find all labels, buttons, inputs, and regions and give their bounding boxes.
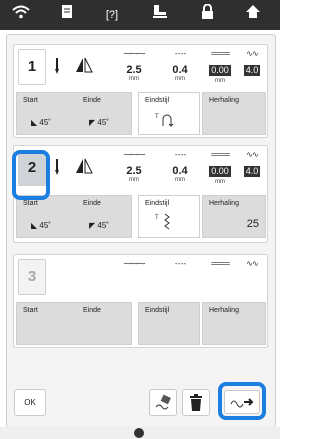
needle-position-icon [52, 159, 62, 180]
repeat-panel-1[interactable]: Herhaling [202, 92, 266, 135]
end-style-zigzag-icon: T [155, 212, 175, 234]
start-end-panel-1[interactable]: Start Einde ◣ 45˚ ◤ 45˚ [16, 92, 132, 135]
lock-icon[interactable] [192, 3, 222, 26]
status-dot-icon [134, 428, 144, 438]
home-icon[interactable] [238, 4, 268, 26]
delete-button[interactable] [182, 389, 210, 416]
help-icon[interactable]: [?] [97, 4, 127, 26]
bottom-status-bar [0, 427, 280, 439]
dashed-line-icon: - - - - [174, 150, 186, 159]
wifi-icon[interactable] [6, 4, 36, 26]
wave-icon: ∿∿ [246, 49, 258, 58]
svg-text:T: T [155, 215, 159, 221]
zigzag-icon: ⁓⁓⁓ [123, 259, 146, 268]
stitch-density-setting[interactable]: ===== 0.00 mm [204, 150, 236, 185]
stitch-density-setting[interactable]: ===== 0.00 mm [204, 49, 236, 84]
selection-highlight [12, 150, 50, 200]
start-angle-icon: ◣ 45˚ [31, 221, 51, 230]
wave-setting[interactable]: ∿∿ 4.0 [240, 49, 264, 78]
presser-foot-icon[interactable] [145, 4, 175, 26]
ok-button[interactable]: OK [14, 389, 46, 416]
stitch-width-setting[interactable]: ⁓⁓⁓ 2.5 mm [114, 49, 154, 82]
stitch-length-setting[interactable]: - - - - 0.4 mm [162, 150, 198, 183]
endstyle-panel-1[interactable]: Eindstijl T [138, 92, 200, 135]
end-style-loop-icon: T [155, 111, 175, 129]
wave-setting: ∿∿ [240, 259, 264, 268]
needle-position-icon [52, 58, 62, 77]
mirror-icon[interactable] [74, 57, 94, 78]
next-button-highlight [218, 382, 266, 420]
stitch-width-setting: ⁓⁓⁓ [114, 259, 154, 268]
start-end-panel-3[interactable]: Start Einde [16, 302, 132, 345]
stitch-length-setting[interactable]: - - - - 0.4 mm [162, 49, 198, 82]
trash-icon [190, 394, 202, 411]
wave-icon: ∿∿ [246, 259, 258, 268]
endstyle-panel-2[interactable]: Eindstijl T [138, 195, 200, 238]
repeat-count: 25 [246, 218, 259, 230]
repeat-panel-3[interactable]: Herhaling [202, 302, 266, 345]
stitch-block-1: 1 ⁓⁓⁓ 2.5 mm - - - - 0.4 mm ===== 0.00 m… [13, 44, 268, 138]
end-angle-icon: ◤ 45˚ [89, 221, 109, 230]
stitch-density-setting: ===== [204, 259, 236, 268]
endstyle-panel-3[interactable]: Eindstijl [138, 302, 200, 345]
end-angle-icon: ◤ 45˚ [89, 118, 109, 127]
top-toolbar: [?] [0, 0, 280, 30]
zigzag-icon: ⁓⁓⁓ [123, 150, 146, 159]
density-icon: ===== [210, 150, 230, 159]
start-angle-icon: ◣ 45˚ [31, 118, 51, 127]
density-icon: ===== [210, 49, 230, 58]
stitch-number-1[interactable]: 1 [18, 49, 46, 85]
stitch-width-setting[interactable]: ⁓⁓⁓ 2.5 mm [114, 150, 154, 183]
wave-icon: ∿∿ [246, 150, 258, 159]
stitch-number-3[interactable]: 3 [18, 259, 46, 295]
dashed-line-icon: - - - - [174, 49, 186, 58]
repeat-panel-2[interactable]: Herhaling 25 [202, 195, 266, 238]
stitch-block-2: 2 ⁓⁓⁓ 2.5 mm - - - - 0.4 mm ===== 0.00 m… [13, 145, 268, 243]
stitch-block-3: 3 ⁓⁓⁓ - - - - ===== ∿∿ Start Einde Einds… [13, 254, 268, 348]
eraser-button[interactable] [149, 389, 177, 416]
eraser-icon [155, 394, 171, 410]
dashed-line-icon: - - - - [174, 259, 186, 268]
mirror-icon[interactable] [74, 158, 94, 179]
zigzag-icon: ⁓⁓⁓ [123, 49, 146, 58]
svg-text:T: T [155, 114, 159, 120]
start-end-panel-2[interactable]: Start Einde ◣ 45˚ ◤ 45˚ [16, 195, 132, 238]
density-icon: ===== [210, 259, 230, 268]
wave-setting[interactable]: ∿∿ 4.0 [240, 150, 264, 179]
document-icon[interactable] [52, 4, 82, 26]
stitch-length-setting: - - - - [162, 259, 198, 268]
